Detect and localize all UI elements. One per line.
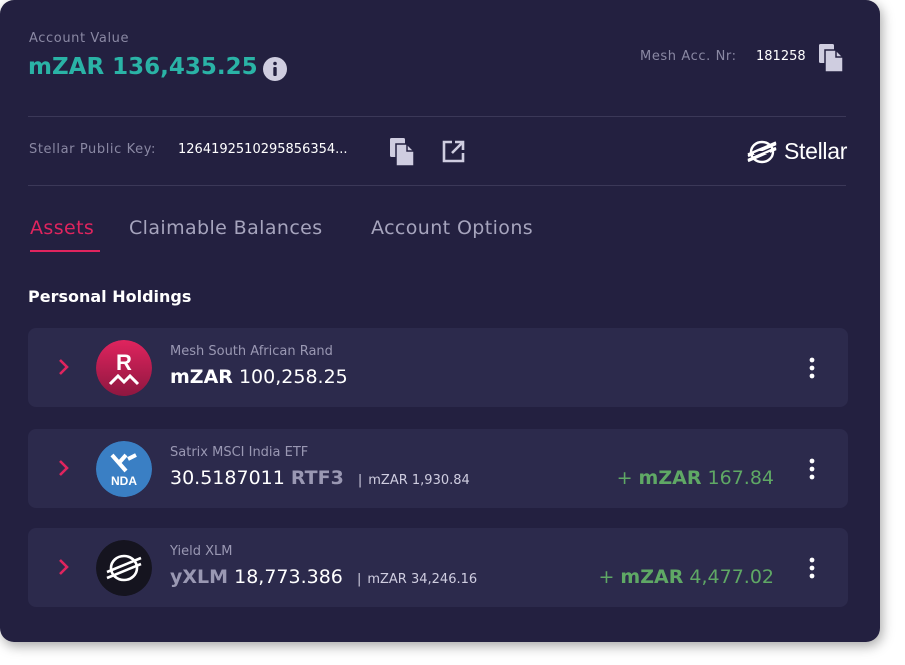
info-icon[interactable] [262, 56, 288, 82]
asset-row-mzar[interactable]: R Mesh South African Rand mZAR 100,258.2… [28, 328, 848, 407]
asset-row-rtf3[interactable]: NDA Satrix MSCI India ETF 30.5187011 RTF… [28, 429, 848, 508]
separator: | [356, 572, 362, 587]
tab-assets[interactable]: Assets [30, 217, 94, 239]
gain-prefix: + [598, 566, 615, 588]
gain-amount: 4,477.02 [689, 566, 774, 588]
divider-top [28, 116, 846, 117]
stellar-brand-text: Stellar [784, 138, 848, 164]
tab-claimable-balances[interactable]: Claimable Balances [129, 217, 323, 239]
chevron-right-icon[interactable] [58, 357, 70, 377]
stellar-key-label: Stellar Public Key: [29, 142, 157, 157]
asset-name: Mesh South African Rand [170, 344, 333, 359]
asset-amount: 18,773.386 [234, 566, 343, 588]
divider-bottom [28, 185, 846, 186]
copy-icon[interactable] [818, 43, 844, 73]
stellar-logo [96, 540, 152, 596]
stellar-logo-icon [747, 140, 777, 164]
gain-prefix: + [616, 467, 633, 489]
asset-name: Yield XLM [170, 544, 233, 559]
gain-code: mZAR [638, 467, 702, 489]
mesh-account-label: Mesh Acc. Nr: [640, 49, 737, 64]
asset-name: Satrix MSCI India ETF [170, 445, 309, 460]
stellar-key-value: 1264192510295856354... [178, 142, 348, 157]
asset-fiat-value: mZAR 1,930.84 [368, 473, 470, 488]
chevron-right-icon[interactable] [58, 557, 70, 577]
asset-gain: + mZAR 4,477.02 [598, 566, 774, 588]
chevron-right-icon[interactable] [58, 458, 70, 478]
asset-balance: 30.5187011 RTF3 | mZAR 1,930.84 [170, 467, 470, 489]
asset-balance: yXLM 18,773.386 | mZAR 34,246.16 [170, 566, 477, 588]
account-value: mZAR 136,435.25 [28, 54, 258, 80]
svg-text:R: R [116, 350, 132, 375]
asset-amount: 100,258.25 [238, 366, 348, 388]
asset-code: mZAR [170, 366, 233, 388]
asset-fiat-value: mZAR 34,246.16 [367, 572, 478, 587]
satrix-nda-logo: NDA [96, 441, 152, 497]
gain-code: mZAR [620, 566, 684, 588]
svg-text:NDA: NDA [111, 474, 137, 488]
account-value-label: Account Value [29, 31, 130, 46]
mesh-account-number: 181258 [756, 49, 806, 64]
asset-gain: + mZAR 167.84 [617, 467, 774, 489]
asset-balance: mZAR 100,258.25 [170, 366, 348, 388]
external-link-icon[interactable] [441, 139, 466, 164]
more-options-icon[interactable] [804, 356, 820, 380]
asset-code: RTF3 [290, 467, 344, 489]
mesh-rand-logo: R [96, 340, 152, 396]
section-title: Personal Holdings [28, 287, 192, 306]
account-card: Account Value mZAR 136,435.25 Mesh Acc. … [0, 0, 880, 642]
copy-key-icon[interactable] [389, 137, 415, 167]
asset-amount: 30.5187011 [170, 467, 285, 489]
separator: | [357, 473, 363, 488]
tab-assets-underline [30, 250, 100, 252]
tab-account-options[interactable]: Account Options [371, 217, 533, 239]
more-options-icon[interactable] [804, 556, 820, 580]
more-options-icon[interactable] [804, 457, 820, 481]
asset-code: yXLM [170, 566, 229, 588]
asset-row-yxlm[interactable]: Yield XLM yXLM 18,773.386 | mZAR 34,246.1… [28, 528, 848, 607]
gain-amount: 167.84 [707, 467, 774, 489]
